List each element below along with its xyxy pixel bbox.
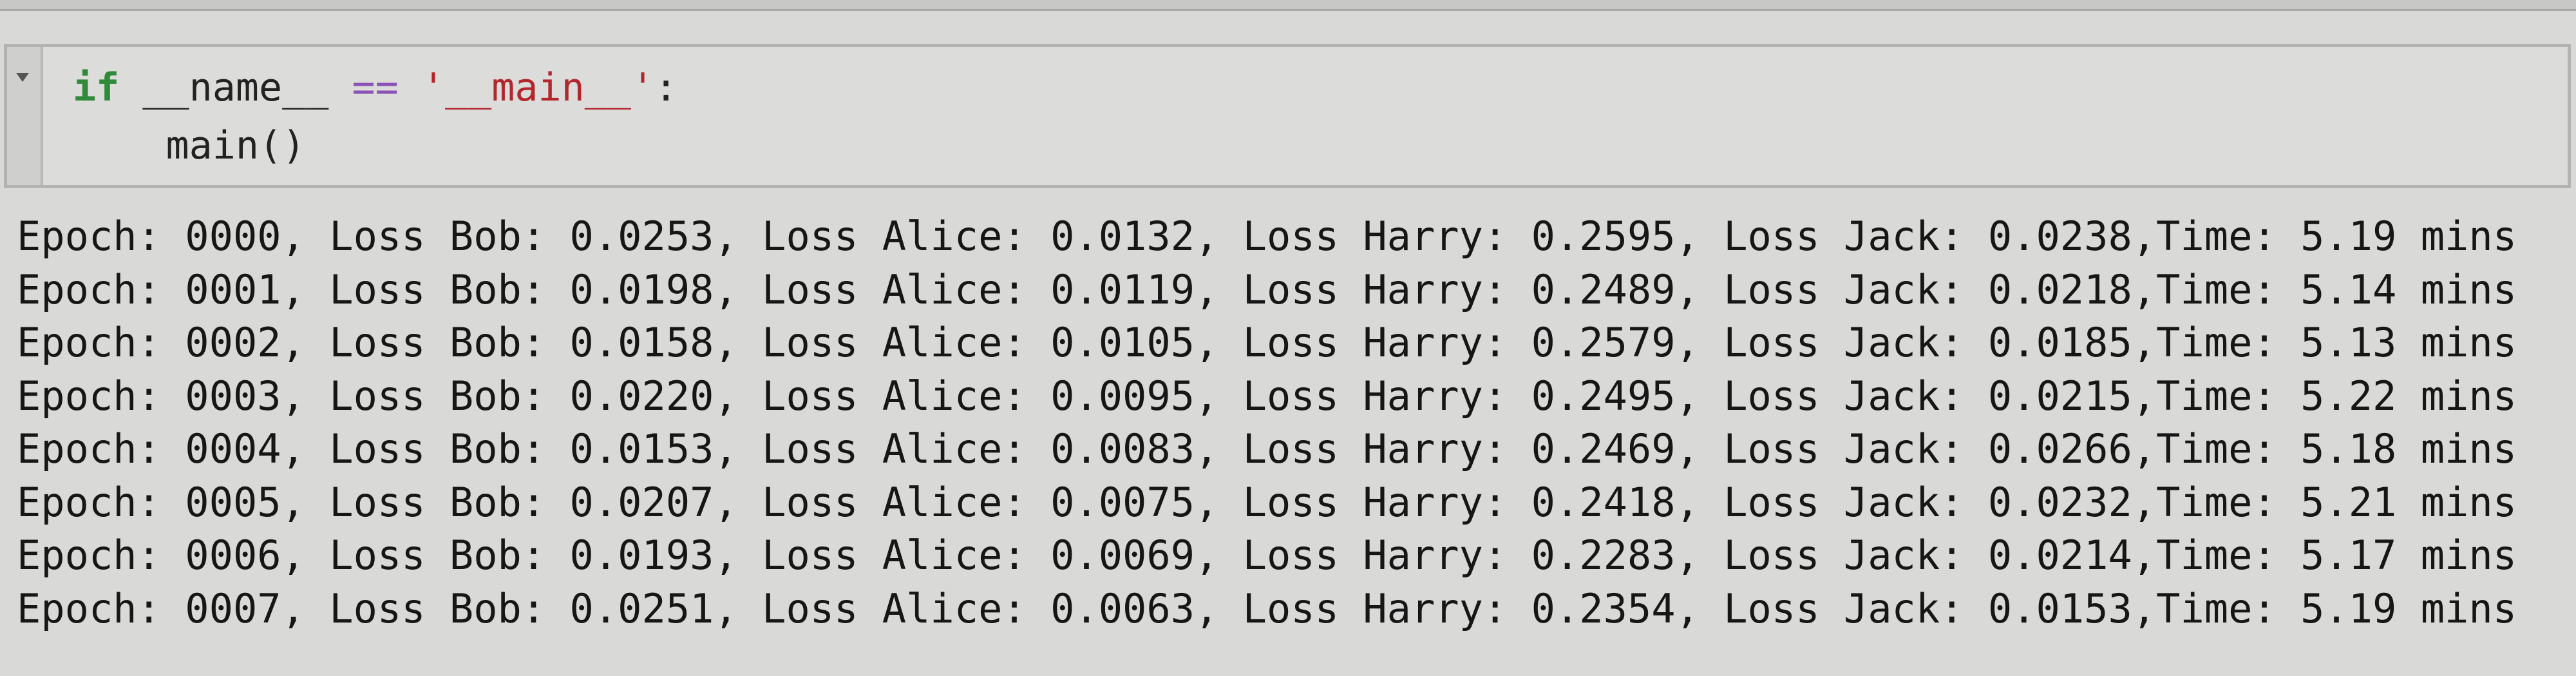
code-line-1: if __name__ == '__main__': [73,65,677,110]
fold-arrow-icon[interactable] [16,73,29,82]
keyword-if: if [73,65,120,110]
code-cell[interactable]: if __name__ == '__main__': main() [4,44,2571,188]
operator-equals: == [352,65,399,110]
output-line: Epoch: 0004, Loss Bob: 0.0153, Loss Alic… [17,425,2517,472]
output-line: Epoch: 0006, Loss Bob: 0.0193, Loss Alic… [17,532,2517,579]
output-line: Epoch: 0002, Loss Bob: 0.0158, Loss Alic… [17,319,2517,366]
string-main: '__main__' [421,65,655,110]
output-line: Epoch: 0005, Loss Bob: 0.0207, Loss Alic… [17,478,2517,526]
call-main: main() [166,123,306,168]
code-line-2: main() [73,123,306,168]
output-line: Epoch: 0003, Loss Bob: 0.0220, Loss Alic… [17,372,2517,420]
output-line: Epoch: 0001, Loss Bob: 0.0198, Loss Alic… [17,266,2517,313]
cell-divider [0,0,2576,11]
cell-gutter [7,47,43,185]
output-line: Epoch: 0007, Loss Bob: 0.0251, Loss Alic… [17,584,2517,632]
code-editor[interactable]: if __name__ == '__main__': main() [43,47,677,185]
output-line: Epoch: 0000, Loss Bob: 0.0253, Loss Alic… [17,213,2517,260]
cell-output: Epoch: 0000, Loss Bob: 0.0253, Loss Alic… [17,210,2517,635]
colon: : [654,65,678,110]
identifier-name: __name__ [142,65,329,110]
